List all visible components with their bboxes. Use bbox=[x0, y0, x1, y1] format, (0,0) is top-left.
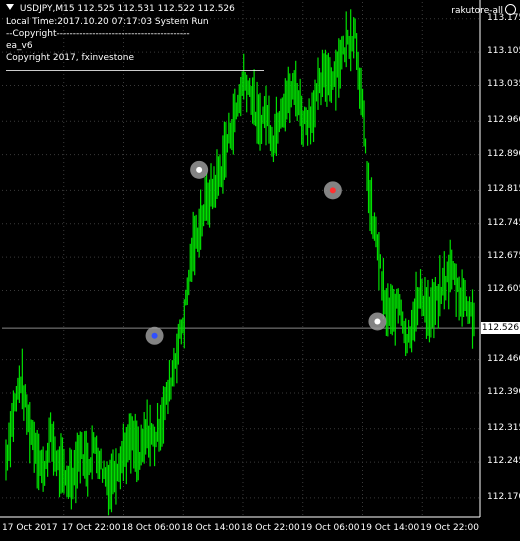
symbol-header: USDJPY,M15 112.525 112.531 112.522 112.5… bbox=[6, 4, 235, 14]
trade-marker-sell[interactable] bbox=[323, 181, 342, 200]
time-tick-label: 19 Oct 06:00 bbox=[300, 523, 360, 533]
local-time-text: Local Time:2017.10.20 07:17:03 System Ru… bbox=[6, 17, 209, 27]
price-tick-label: 112.460 bbox=[487, 353, 520, 364]
price-tick-label: 113.175 bbox=[487, 12, 520, 23]
price-tick-label: 112.390 bbox=[487, 387, 520, 398]
price-tick-label: 113.105 bbox=[487, 46, 520, 57]
collapse-triangle-icon[interactable] bbox=[6, 4, 14, 10]
trade-marker-exit[interactable] bbox=[368, 312, 387, 331]
price-tick-label: 112.315 bbox=[487, 422, 520, 433]
price-tick-label: 112.170 bbox=[487, 491, 520, 502]
time-tick-label: 17 Oct 2017 bbox=[2, 523, 58, 533]
divider bbox=[6, 70, 264, 71]
chart-canvas[interactable] bbox=[0, 0, 520, 541]
time-tick-label: 17 Oct 22:00 bbox=[61, 523, 121, 533]
ea-name-text: ea_v6 bbox=[6, 41, 33, 51]
time-tick-label: 18 Oct 14:00 bbox=[181, 523, 240, 533]
price-chart[interactable]: USDJPY,M15 112.525 112.531 112.522 112.5… bbox=[0, 0, 520, 541]
trade-marker-buy[interactable] bbox=[145, 326, 164, 345]
price-tick-label: 112.245 bbox=[487, 456, 520, 467]
price-tick-label: 112.605 bbox=[487, 284, 520, 295]
price-tick-label: 112.815 bbox=[487, 184, 520, 195]
price-tick-label: 112.960 bbox=[487, 115, 520, 126]
copyright-text: Copyright 2017, fxinvestone bbox=[6, 53, 134, 63]
price-tick-label: 112.890 bbox=[487, 148, 520, 159]
price-tick-label: 112.745 bbox=[487, 217, 520, 228]
time-tick-label: 18 Oct 22:00 bbox=[241, 523, 300, 533]
trade-marker-entry[interactable] bbox=[190, 160, 209, 179]
time-tick-label: 18 Oct 06:00 bbox=[121, 523, 181, 533]
copyright-header-text: --Copyright-----------------------------… bbox=[6, 29, 190, 39]
time-tick-label: 19 Oct 22:00 bbox=[420, 523, 479, 533]
symbol-quote: USDJPY,M15 112.525 112.531 112.522 112.5… bbox=[19, 4, 235, 14]
current-price-tag: 112.526 bbox=[481, 322, 520, 335]
price-tick-label: 112.675 bbox=[487, 251, 520, 262]
time-tick-label: 19 Oct 14:00 bbox=[360, 523, 420, 533]
price-tick-label: 113.035 bbox=[487, 79, 520, 90]
